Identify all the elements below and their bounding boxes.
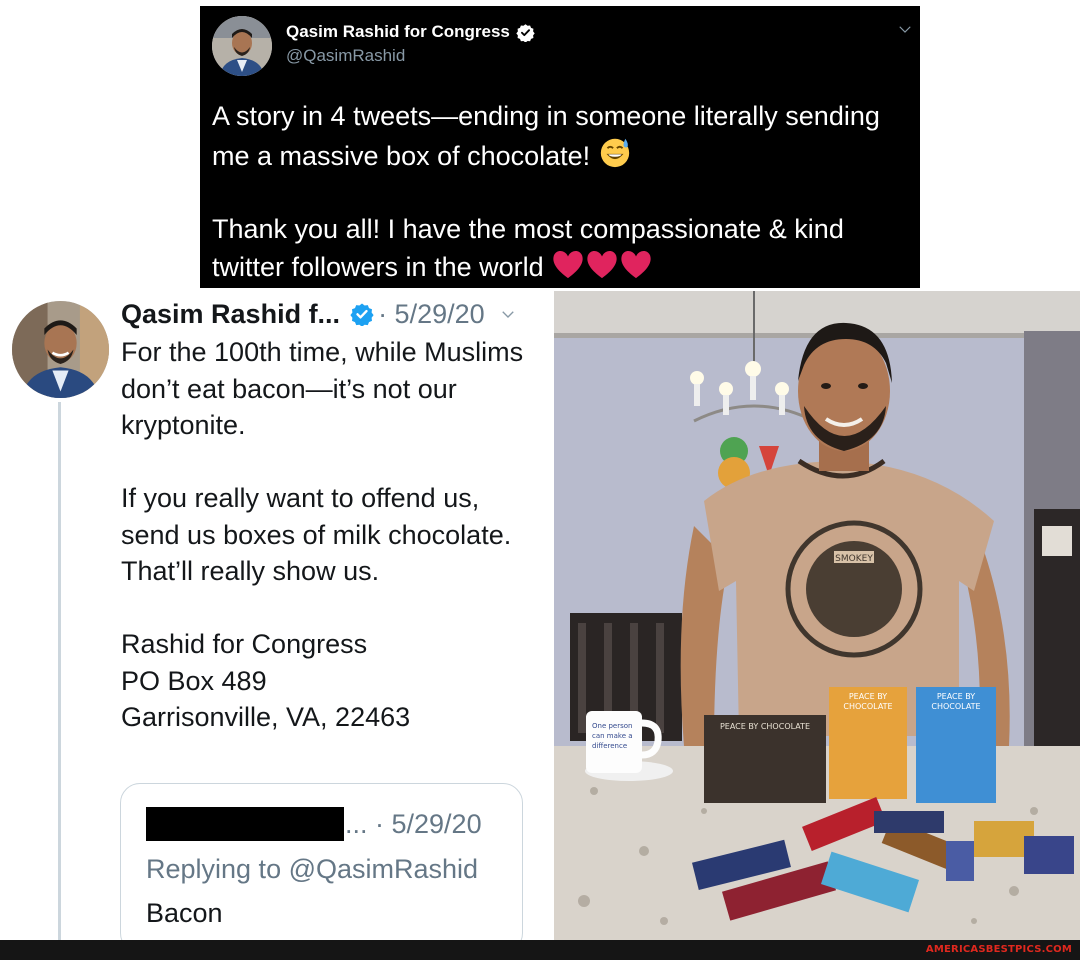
hearts-emoji-icon [551,251,653,282]
photo-illustration: SMOKEY One person can make a difference … [554,291,1080,940]
watermark[interactable]: AMERICASBESTPICS.COM [926,944,1072,955]
tweet-date[interactable]: · 5/29/20 [378,299,485,330]
avatar[interactable] [12,301,109,398]
box-label: PEACE BY CHOCOLATE [720,722,810,731]
display-name[interactable]: Qasim Rashid for Congress [286,22,510,42]
redacted-name-bar [146,807,344,841]
tweet-paragraph: For the 100th time, while Muslims don’t … [121,337,524,440]
quoted-tweet[interactable]: ... · 5/29/20 Replying to @QasimRashid B… [120,783,523,953]
tweet-address: Rashid for Congress PO Box 489 Garrisonv… [121,629,411,732]
display-name[interactable]: Qasim Rashid f... [121,299,340,330]
replying-to-label[interactable]: Replying to @QasimRashid [146,852,478,886]
footer-bar [0,940,1080,960]
tweet-text: Thank you all! I have the most compassio… [212,214,844,282]
mug-text: difference [592,742,627,750]
handle[interactable]: @QasimRashid [286,46,405,66]
mug-text: One person [592,722,632,730]
top-tweet-name-row: Qasim Rashid for Congress [286,22,535,42]
box-label: CHOCOLATE [843,702,892,711]
mug-text: can make a [592,732,633,740]
red-heart-icon [553,251,583,279]
box-label: PEACE BY [937,692,975,701]
tweet-paragraph: A story in 4 tweets—ending in someone li… [212,98,912,175]
tweet-paragraph: Thank you all! I have the most compassio… [212,211,912,286]
quoted-tweet-date: ... · 5/29/20 [345,809,482,839]
red-heart-icon [587,251,617,279]
top-tweet-body: A story in 4 tweets—ending in someone li… [212,98,912,286]
tweet-photo[interactable]: SMOKEY One person can make a difference … [554,291,1080,940]
top-tweet-card: Qasim Rashid for Congress @QasimRashid A… [200,6,920,288]
verified-badge-icon [350,303,374,326]
chevron-down-icon[interactable] [499,305,517,323]
tweet-header: Qasim Rashid f... · 5/29/20 [121,296,517,332]
red-heart-icon [621,251,651,279]
grinning-sweat-emoji-icon [600,138,629,168]
box-label: CHOCOLATE [931,702,980,711]
box-label: PEACE BY [849,692,887,701]
tweet-body: For the 100th time, while Muslims don’t … [121,334,541,736]
chevron-down-icon[interactable] [896,20,914,38]
shirt-badge-text: SMOKEY [835,554,873,564]
verified-badge-icon [516,23,535,42]
quoted-tweet-text: Bacon [146,898,223,928]
tweet-paragraph: If you really want to offend us, send us… [121,483,512,586]
avatar[interactable] [212,16,272,76]
tweet-text: A story in 4 tweets—ending in someone li… [212,101,880,171]
thread-line [58,402,61,940]
